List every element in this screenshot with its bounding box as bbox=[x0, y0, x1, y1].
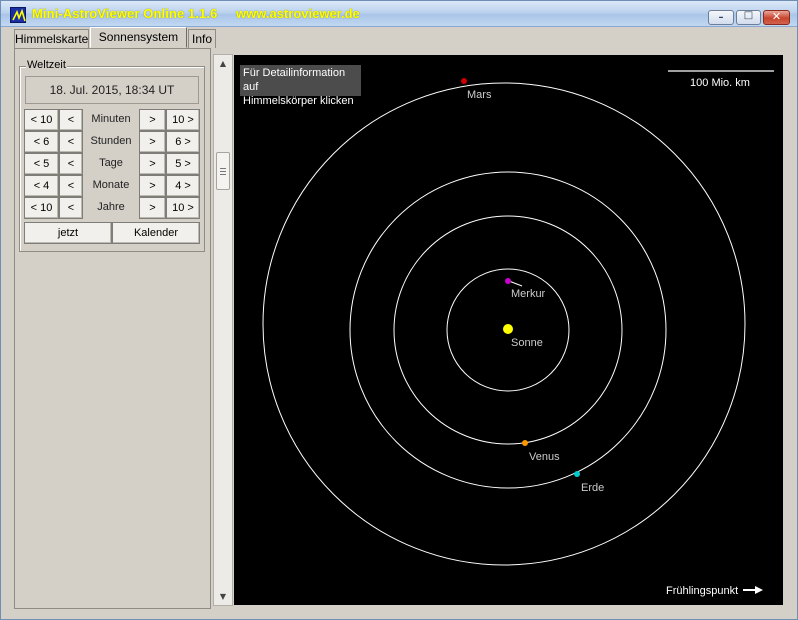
close-button[interactable]: ✕ bbox=[763, 10, 790, 25]
app-logo-icon bbox=[10, 7, 26, 23]
years-fwd-1-button[interactable]: > bbox=[139, 197, 166, 219]
spring-point-arrow-icon bbox=[743, 586, 763, 594]
title-bar: Mini-AstroViewer Online 1.1.6 www.astrov… bbox=[1, 1, 797, 27]
grip-line bbox=[220, 174, 226, 175]
minutes-back-1-button[interactable]: < bbox=[59, 109, 83, 131]
close-icon: ✕ bbox=[771, 10, 782, 23]
datetime-display: 18. Jul. 2015, 18:34 UT bbox=[25, 76, 199, 104]
earth-body[interactable] bbox=[574, 471, 580, 477]
months-back-1-button[interactable]: < bbox=[59, 175, 83, 197]
months-fwd-4-button[interactable]: 4 > bbox=[166, 175, 200, 197]
years-back-10-button[interactable]: < 10 bbox=[24, 197, 59, 219]
tab-info[interactable]: Info bbox=[188, 29, 216, 48]
minutes-fwd-1-button[interactable]: > bbox=[139, 109, 166, 131]
window-title: Mini-AstroViewer Online 1.1.6 bbox=[32, 6, 218, 21]
days-label: Tage bbox=[99, 157, 123, 169]
days-back-5-button[interactable]: < 5 bbox=[24, 153, 59, 175]
months-fwd-1-button[interactable]: > bbox=[139, 175, 166, 197]
mercury-label: Merkur bbox=[511, 288, 546, 300]
now-button[interactable]: jetzt bbox=[24, 222, 112, 244]
weltzeit-group: Weltzeit 18. Jul. 2015, 18:34 UT < 10 < … bbox=[19, 59, 205, 252]
minimize-button[interactable]: – bbox=[708, 10, 734, 25]
earth-label: Erde bbox=[581, 482, 604, 494]
minutes-fwd-10-button[interactable]: 10 > bbox=[166, 109, 200, 131]
sun-label: Sonne bbox=[511, 337, 543, 349]
minutes-back-10-button[interactable]: < 10 bbox=[24, 109, 59, 131]
window-url: www.astroviewer.de bbox=[236, 6, 360, 21]
scale-label: 100 Mio. km bbox=[690, 77, 750, 89]
group-title: Weltzeit bbox=[26, 59, 67, 71]
mercury-body[interactable] bbox=[505, 278, 511, 284]
hours-fwd-1-button[interactable]: > bbox=[139, 131, 166, 153]
days-fwd-5-button[interactable]: 5 > bbox=[166, 153, 200, 175]
orbit-diagram: 100 Mio. km Sonne Merkur Venus Erde Mars… bbox=[262, 70, 774, 597]
scroll-thumb[interactable] bbox=[216, 152, 230, 190]
solar-system-view[interactable]: Für Detailinformation auf Himmelskörper … bbox=[234, 55, 783, 605]
mars-label: Mars bbox=[467, 89, 492, 101]
hours-back-1-button[interactable]: < bbox=[59, 131, 83, 153]
app-window: Mini-AstroViewer Online 1.1.6 www.astrov… bbox=[0, 0, 798, 620]
mars-body[interactable] bbox=[461, 78, 467, 84]
months-label: Monate bbox=[92, 179, 130, 191]
calendar-button[interactable]: Kalender bbox=[112, 222, 200, 244]
grip-line bbox=[220, 171, 226, 172]
years-label: Jahre bbox=[97, 201, 125, 213]
scroll-up-icon[interactable]: ▲ bbox=[214, 55, 232, 72]
minutes-label: Minuten bbox=[91, 113, 131, 125]
scroll-down-icon[interactable]: ▼ bbox=[214, 588, 232, 605]
grip-line bbox=[220, 168, 226, 169]
tab-sonnensystem[interactable]: Sonnensystem bbox=[90, 27, 187, 48]
mercury-tail bbox=[508, 280, 523, 287]
venus-body[interactable] bbox=[522, 440, 528, 446]
hours-back-6-button[interactable]: < 6 bbox=[24, 131, 59, 153]
hours-fwd-6-button[interactable]: 6 > bbox=[166, 131, 200, 153]
tab-himmelskarte[interactable]: Himmelskarte bbox=[14, 29, 89, 48]
maximize-button[interactable]: □ bbox=[736, 10, 761, 25]
vertical-scrollbar[interactable]: ▲ ▼ bbox=[213, 54, 233, 606]
time-control-panel: Weltzeit 18. Jul. 2015, 18:34 UT < 10 < … bbox=[14, 48, 211, 609]
months-back-4-button[interactable]: < 4 bbox=[24, 175, 59, 197]
days-fwd-1-button[interactable]: > bbox=[139, 153, 166, 175]
mars-orbit bbox=[262, 82, 746, 566]
spring-point-label: Frühlingspunkt bbox=[666, 585, 738, 597]
maximize-icon: □ bbox=[743, 10, 754, 21]
sun-body[interactable] bbox=[503, 324, 513, 334]
years-back-1-button[interactable]: < bbox=[59, 197, 83, 219]
years-fwd-10-button[interactable]: 10 > bbox=[166, 197, 200, 219]
venus-label: Venus bbox=[529, 451, 560, 463]
hours-label: Stunden bbox=[90, 135, 132, 147]
minimize-icon: – bbox=[718, 12, 724, 23]
days-back-1-button[interactable]: < bbox=[59, 153, 83, 175]
